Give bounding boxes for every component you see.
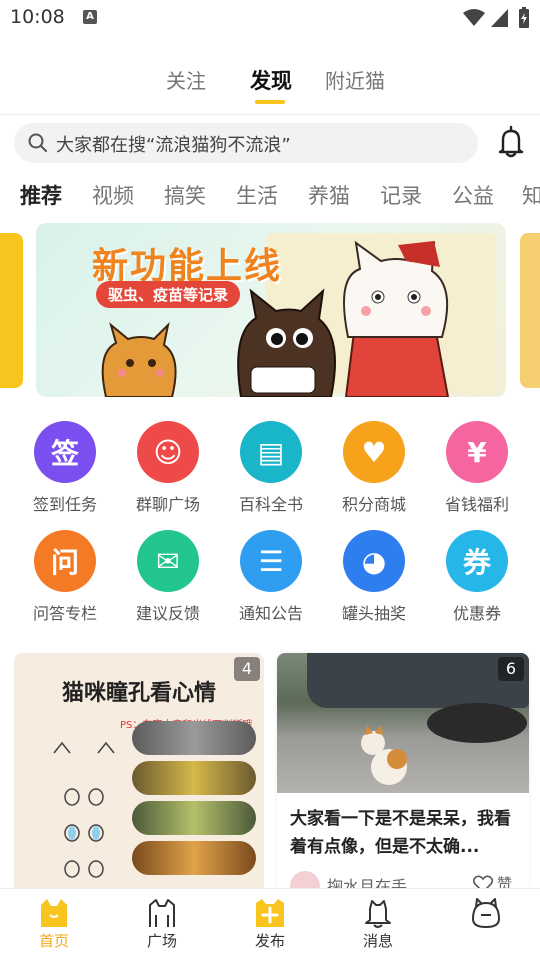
question-icon: 问 [34,530,96,592]
white-cat-illustration [343,240,450,397]
pacman-icon: ◕ [343,530,405,592]
orange-cat-illustration [101,321,177,397]
grid-label: 签到任务 [32,495,97,514]
signal-icon [491,9,508,27]
image-count-badge: 4 [234,657,260,681]
grid-label: 群聊广场 [135,495,200,514]
cat-square-icon [149,899,175,927]
grid-label: 优惠券 [452,604,501,623]
grid-item-announcement[interactable]: ☰ 通知公告 [221,530,321,630]
bell-icon[interactable] [494,125,528,159]
feature-banner[interactable]: 新功能上线 驱虫、疫苗等记录 [36,223,506,397]
grid-label: 罐头抽奖 [341,604,406,623]
grid-item-coupon[interactable]: 券 优惠券 [427,530,527,630]
grid-label: 问答专栏 [32,604,97,623]
grid-label: 积分商城 [341,495,406,514]
cat-eye-photo [132,801,256,835]
cat-photo [361,725,407,785]
grid-label: 百科全书 [238,495,303,514]
grid-label: 通知公告 [238,604,303,623]
cat-face-drawings [53,741,115,878]
image-count-badge: 6 [498,657,524,681]
gift-icon: ♥ [343,421,405,483]
category-video[interactable]: 视频 [92,180,134,210]
grid-item-encyclopedia[interactable]: ▤ 百科全书 [221,421,321,521]
category-life[interactable]: 生活 [236,180,278,210]
battery-icon [519,7,529,28]
publish-icon [256,899,284,927]
black-cat-illustration [237,288,336,397]
cat-home-icon [41,899,67,927]
top-tabs: 关注 发现 附近猫 [0,55,540,115]
category-record[interactable]: 记录 [380,180,422,210]
category-tabs: 推荐 视频 搞笑 生活 养猫 记录 公益 知 [0,178,540,214]
card-title: 大家看一下是不是呆呆，我看着有点像，但是不太确... [290,809,511,857]
cat-profile-icon [471,898,501,929]
banner-prev-peek[interactable] [0,233,23,388]
tab-indicator [255,100,285,104]
banner-subtitle: 驱虫、疫苗等记录 [96,281,241,308]
nav-label: 首页 [38,932,69,950]
tab-discover[interactable]: 发现 [250,65,292,95]
bottom-nav: 首页 广场 发布 消息 [0,888,540,960]
grid-item-checkin[interactable]: 签 签到任务 [15,421,115,521]
grid-item-group-chat[interactable]: ☺ 群聊广场 [118,421,218,521]
grid-item-savings[interactable]: ¥ 省钱福利 [427,421,527,521]
car-tire [427,703,527,743]
nav-label: 发布 [254,932,285,950]
status-bar: 10:08 A [0,0,540,36]
group-icon: ☺ [137,421,199,483]
status-time: 10:08 [10,6,65,28]
car-bumper [307,653,529,708]
nav-profile[interactable] [446,889,526,961]
notice-icon: ☰ [240,530,302,592]
grid-item-points-mall[interactable]: ♥ 积分商城 [324,421,424,521]
card-image-title: 猫咪瞳孔看心情 [61,681,216,706]
nav-home[interactable]: 首页 [14,889,94,961]
category-raise-cat[interactable]: 养猫 [308,180,350,210]
grid-label: 省钱福利 [444,495,509,514]
grid-item-lottery[interactable]: ◕ 罐头抽奖 [324,530,424,630]
category-funny[interactable]: 搞笑 [164,180,206,210]
nav-label: 消息 [362,932,393,950]
search-icon [28,133,47,152]
grid-label: 建议反馈 [135,604,200,623]
feed-card[interactable]: 6 大家看一下是不是呆呆，我看着有点像，但是不太确... 掬水月在手 赞 [277,653,529,893]
cat-eye-photo [132,841,256,875]
card-photo [277,653,529,793]
message-bell-icon [365,900,391,928]
cat-eye-photo [132,721,256,755]
nav-label: 广场 [146,932,177,950]
wifi-icon [463,9,485,26]
category-charity[interactable]: 公益 [452,180,494,210]
banner-next-peek[interactable] [520,233,540,388]
search-bar[interactable]: 大家都在搜“流浪猫狗不流浪” [14,123,478,163]
nav-square[interactable]: 广场 [122,889,202,961]
cat-eye-photo [132,761,256,795]
coupon-icon: 券 [446,530,508,592]
grid-item-qa[interactable]: 问 问答专栏 [15,530,115,630]
nav-publish[interactable]: 发布 [230,889,310,961]
grid-item-feedback[interactable]: ✉ 建议反馈 [118,530,218,630]
calendar-icon: 签 [34,421,96,483]
accessibility-icon: A [83,10,97,24]
category-recommend[interactable]: 推荐 [20,180,62,210]
category-knowledge[interactable]: 知 [522,180,540,210]
book-icon: ▤ [240,421,302,483]
tab-follow[interactable]: 关注 [166,65,206,94]
tab-nearby-cats[interactable]: 附近猫 [325,65,385,94]
search-placeholder: 大家都在搜“流浪猫狗不流浪” [56,135,291,156]
nav-messages[interactable]: 消息 [338,889,418,961]
message-icon: ✉ [137,530,199,592]
wallet-icon: ¥ [446,421,508,483]
feed-card[interactable]: 猫咪瞳孔看心情 PS：在室内表和光线下判断哦 4 [14,653,264,893]
